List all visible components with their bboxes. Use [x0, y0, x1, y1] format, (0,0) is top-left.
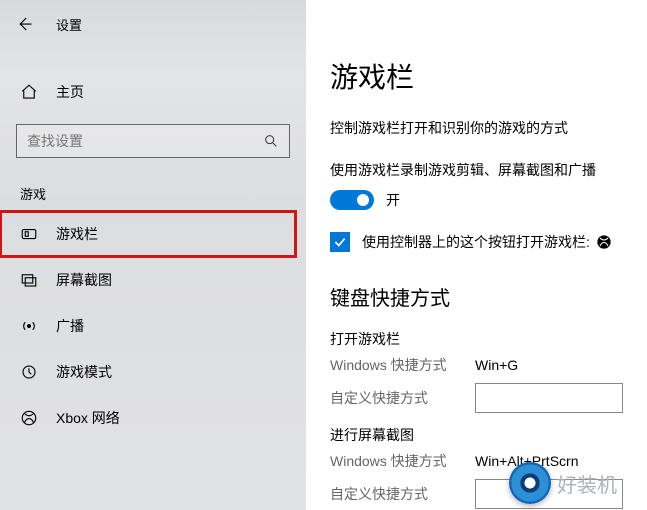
toggle-label: 开	[386, 190, 400, 210]
toggle-description: 使用游戏栏录制游戏剪辑、屏幕截图和广播	[330, 160, 623, 180]
home-icon	[20, 83, 38, 101]
shortcut-value: Win+Alt+PrtScrn	[475, 453, 578, 469]
search-input[interactable]	[27, 133, 263, 149]
gamebar-icon	[20, 225, 38, 243]
sidebar-item-label: 游戏栏	[56, 224, 98, 244]
back-button[interactable]	[12, 12, 36, 36]
checkbox-label: 使用控制器上的这个按钮打开游戏栏:	[362, 232, 590, 252]
gamebar-toggle[interactable]	[330, 190, 374, 210]
screenshot-icon	[20, 271, 38, 289]
page-title: 游戏栏	[330, 56, 623, 96]
sidebar-item-label: 游戏模式	[56, 362, 112, 382]
shortcut-label: Windows 快捷方式	[330, 355, 475, 375]
shortcut-group: 打开游戏栏 Windows 快捷方式 Win+G 自定义快捷方式	[330, 329, 623, 413]
custom-shortcut-input[interactable]	[475, 383, 623, 413]
sidebar-item-xbox[interactable]: Xbox 网络	[0, 395, 306, 441]
sidebar-item-label: Xbox 网络	[56, 408, 120, 428]
shortcuts-heading: 键盘快捷方式	[330, 282, 623, 311]
shortcut-group: 进行屏幕截图 Windows 快捷方式 Win+Alt+PrtScrn 自定义快…	[330, 425, 623, 509]
sidebar-item-label: 广播	[56, 316, 84, 336]
page-description: 控制游戏栏打开和识别你的游戏的方式	[330, 118, 623, 138]
xbox-button-icon	[596, 234, 612, 250]
main-content: 游戏栏 控制游戏栏打开和识别你的游戏的方式 使用游戏栏录制游戏剪辑、屏幕截图和广…	[306, 0, 647, 510]
sidebar-item-label: 屏幕截图	[56, 270, 112, 290]
search-icon	[263, 133, 279, 149]
shortcut-label: Windows 快捷方式	[330, 451, 475, 471]
sidebar-item-gamebar[interactable]: 游戏栏	[0, 211, 296, 257]
sidebar-section-header: 游戏	[0, 174, 306, 211]
xbox-icon	[20, 409, 38, 427]
sidebar: 设置 主页 游戏 游戏栏 屏幕截图	[0, 0, 306, 510]
gamemode-icon	[20, 363, 38, 381]
shortcut-label: 自定义快捷方式	[330, 388, 475, 408]
custom-shortcut-input[interactable]	[475, 479, 623, 509]
window-title: 设置	[56, 15, 82, 34]
sidebar-item-broadcast[interactable]: 广播	[0, 303, 306, 349]
sidebar-item-gamemode[interactable]: 游戏模式	[0, 349, 306, 395]
sidebar-item-screenshot[interactable]: 屏幕截图	[0, 257, 306, 303]
shortcut-value: Win+G	[475, 357, 518, 373]
shortcut-group-title: 打开游戏栏	[330, 329, 623, 349]
shortcut-group-title: 进行屏幕截图	[330, 425, 623, 445]
shortcut-label: 自定义快捷方式	[330, 484, 475, 504]
sidebar-home-label: 主页	[56, 82, 84, 102]
sidebar-home[interactable]: 主页	[0, 72, 306, 112]
search-box[interactable]	[16, 124, 290, 158]
controller-checkbox[interactable]	[330, 232, 350, 252]
broadcast-icon	[20, 317, 38, 335]
